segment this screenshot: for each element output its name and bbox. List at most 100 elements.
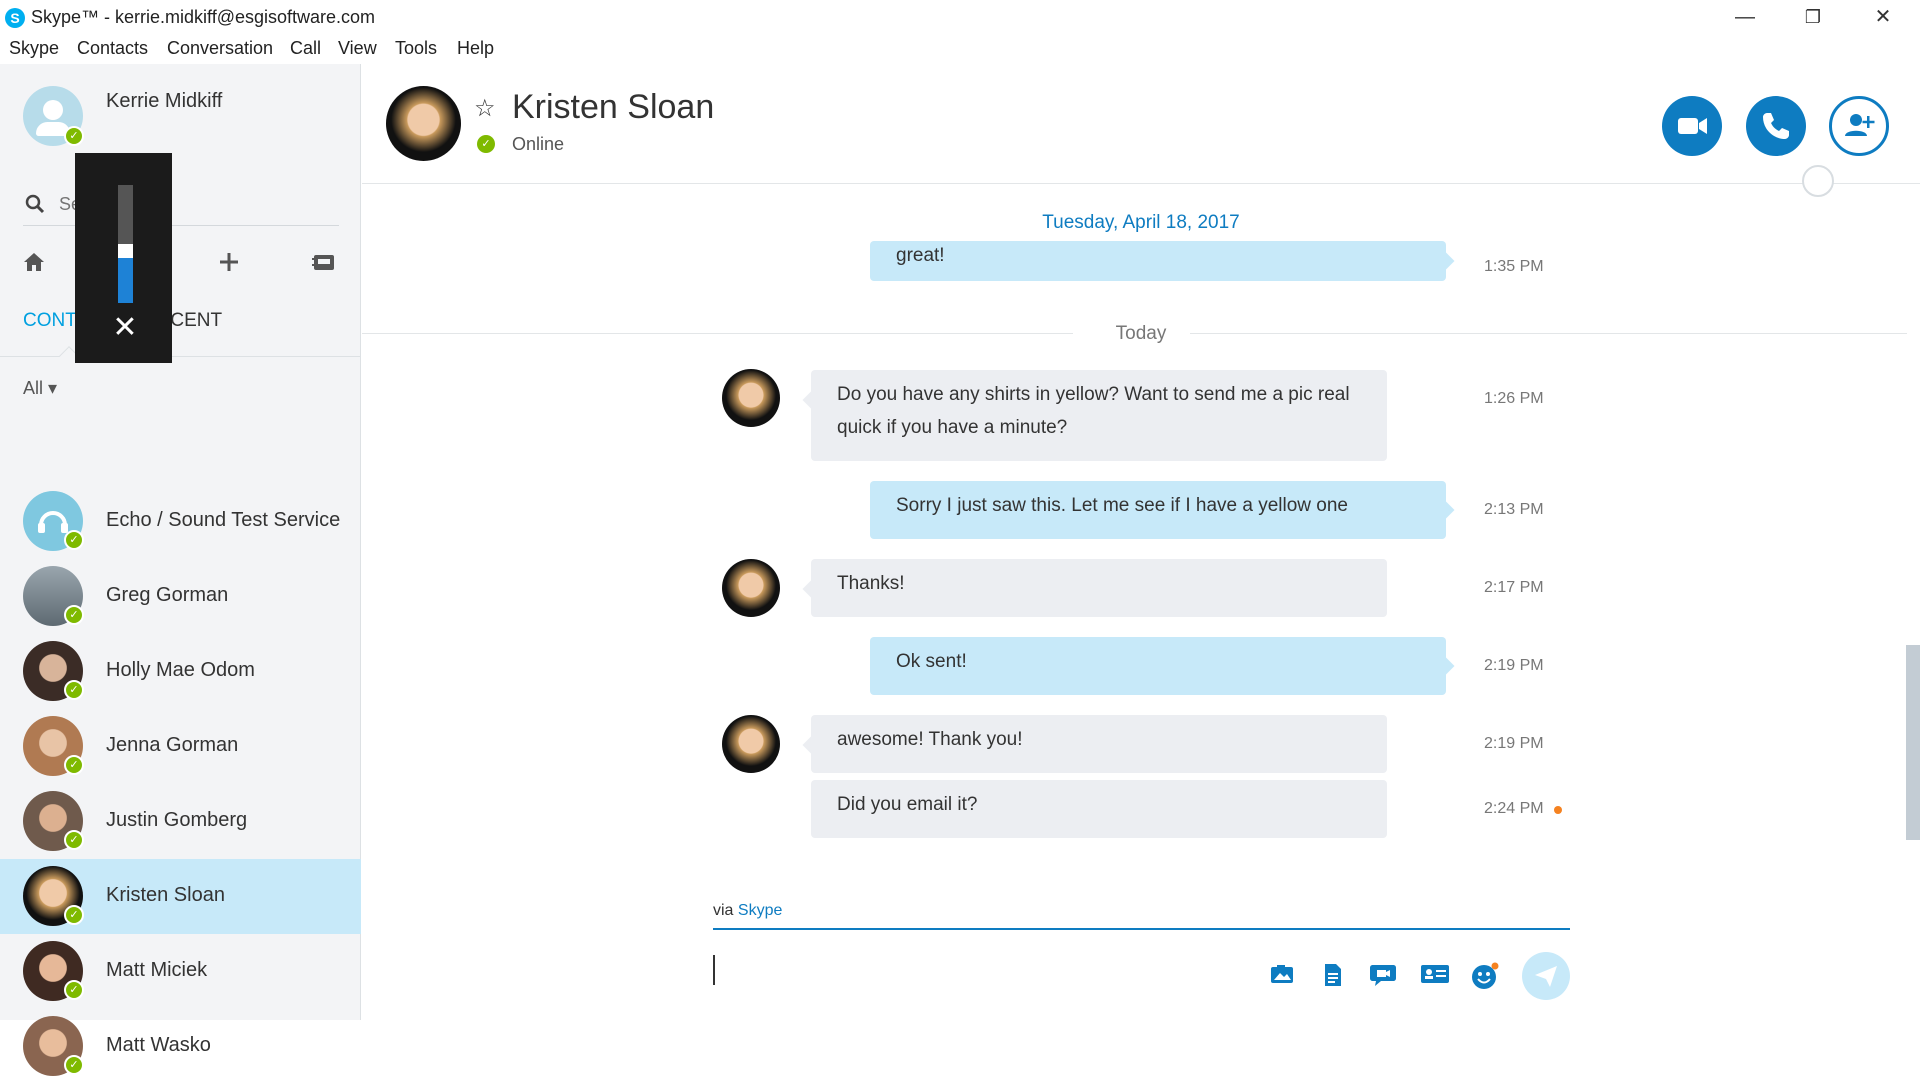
- online-status-icon: ✓: [64, 680, 84, 700]
- contact-name: Jenna Gorman: [106, 734, 239, 756]
- conversation-header: ☆ Kristen Sloan ✓ Online: [362, 64, 1920, 184]
- message-bubble-received[interactable]: awesome! Thank you!: [811, 715, 1387, 773]
- send-contact-icon[interactable]: [1420, 962, 1449, 990]
- volume-close-icon[interactable]: ✕: [110, 313, 140, 343]
- contact-header-name: Kristen Sloan: [512, 88, 715, 126]
- favorite-star-icon[interactable]: ☆: [474, 94, 496, 123]
- my-name[interactable]: Kerrie Midkiff: [106, 90, 222, 113]
- date-separator-today: Today: [1115, 323, 1167, 344]
- skype-logo-icon: S: [5, 8, 25, 28]
- menu-call[interactable]: Call: [290, 38, 321, 59]
- search-bar: [23, 186, 339, 226]
- contact-name: Greg Gorman: [106, 584, 229, 606]
- contact-item[interactable]: ✓ Holly Mae Odom: [0, 634, 361, 709]
- contact-item[interactable]: ✓ Echo / Sound Test Service: [0, 484, 361, 559]
- online-status-icon: ✓: [64, 605, 84, 625]
- window-title: Skype™ - kerrie.midkiff@esgisoftware.com: [31, 7, 376, 27]
- message-bubble-sent[interactable]: Ok sent!: [870, 637, 1446, 695]
- conversation-scrollbar[interactable]: [1906, 645, 1920, 840]
- message-text: great!: [896, 245, 945, 266]
- menu-view[interactable]: View: [338, 38, 377, 59]
- message-bubble-received[interactable]: Thanks!: [811, 559, 1387, 617]
- close-button[interactable]: ✕: [1848, 0, 1918, 34]
- message-text: Do you have any shirts in yellow? Want t…: [837, 384, 1350, 438]
- minimize-button[interactable]: —: [1710, 0, 1780, 34]
- online-status-icon: ✓: [64, 980, 84, 1000]
- restore-button[interactable]: ❐: [1778, 0, 1848, 34]
- online-status-icon: ✓: [64, 830, 84, 850]
- add-people-button[interactable]: [1829, 96, 1889, 156]
- via-skype-link[interactable]: Skype: [738, 902, 782, 919]
- message-bubble-received[interactable]: Do you have any shirts in yellow? Want t…: [811, 370, 1387, 461]
- contact-item-selected[interactable]: ✓ Kristen Sloan: [0, 859, 361, 934]
- message-bubble-sent[interactable]: Sorry I just saw this. Let me see if I h…: [870, 481, 1446, 539]
- send-icon: [1535, 966, 1557, 987]
- sidebar: ✓ Kerrie Midkiff ✕ CONTACTS RECENT All ▾: [0, 64, 361, 1076]
- menu-conversation[interactable]: Conversation: [167, 38, 273, 59]
- message-text: Did you email it?: [837, 794, 978, 815]
- emoticon-icon[interactable]: [1471, 962, 1499, 990]
- compose-area: via Skype: [362, 900, 1906, 1020]
- volume-popup: ✕: [75, 153, 172, 363]
- sender-avatar[interactable]: [722, 715, 780, 773]
- message-text: Thanks!: [837, 573, 905, 594]
- compose-divider: [713, 928, 1570, 930]
- contact-name: Kristen Sloan: [106, 884, 225, 906]
- video-camera-icon: [1678, 118, 1707, 134]
- unread-indicator-icon: [1554, 806, 1562, 814]
- message-text: Ok sent!: [896, 651, 967, 672]
- home-icon[interactable]: [22, 250, 46, 281]
- menu-bar: Skype Contacts Conversation Call View To…: [0, 35, 1920, 63]
- contacts-filter-dropdown[interactable]: All ▾: [23, 378, 57, 399]
- message-time: 2:17 PM: [1484, 579, 1544, 596]
- contact-name: Holly Mae Odom: [106, 659, 255, 681]
- title-bar: S Skype™ - kerrie.midkiff@esgisoftware.c…: [0, 0, 1920, 34]
- volume-slider[interactable]: [118, 185, 133, 303]
- contact-name: Matt Wasko: [106, 1034, 211, 1056]
- contact-item[interactable]: ✓ Greg Gorman: [0, 559, 361, 634]
- volume-slider-handle[interactable]: [118, 244, 133, 258]
- contact-name: Justin Gomberg: [106, 809, 248, 831]
- my-status-icon: ✓: [64, 126, 84, 146]
- tabs-divider: [0, 356, 361, 357]
- contact-item[interactable]: ✓ Matt Miciek: [0, 934, 361, 1009]
- online-status-icon: ✓: [477, 135, 495, 153]
- contact-item[interactable]: ✓ Justin Gomberg: [0, 784, 361, 859]
- message-time: 2:19 PM: [1484, 657, 1544, 674]
- menu-contacts[interactable]: Contacts: [77, 38, 148, 59]
- date-separator: Tuesday, April 18, 2017: [1042, 212, 1240, 233]
- send-photo-icon[interactable]: [1268, 962, 1296, 990]
- message-time: 2:13 PM: [1484, 501, 1544, 518]
- contact-status-text: Online: [512, 134, 565, 154]
- message-time: 1:26 PM: [1484, 390, 1544, 407]
- message-bubble-received[interactable]: Did you email it?: [811, 780, 1387, 838]
- search-icon: [25, 194, 45, 220]
- contact-name: Matt Miciek: [106, 959, 208, 981]
- video-call-button[interactable]: [1662, 96, 1722, 156]
- sender-avatar[interactable]: [722, 559, 780, 617]
- sidebar-nav: [0, 244, 361, 288]
- contact-item[interactable]: ✓ Matt Wasko: [0, 1009, 361, 1084]
- contacts-book-icon[interactable]: [311, 250, 337, 281]
- message-input[interactable]: [713, 940, 1303, 1000]
- menu-tools[interactable]: Tools: [395, 38, 437, 59]
- online-status-icon: ✓: [64, 905, 84, 925]
- video-message-icon[interactable]: [1369, 962, 1397, 990]
- menu-help[interactable]: Help: [457, 38, 494, 59]
- message-bubble-sent[interactable]: great!: [870, 241, 1446, 281]
- menu-skype[interactable]: Skype: [9, 38, 59, 59]
- contact-item[interactable]: ✓ Jenna Gorman: [0, 709, 361, 784]
- message-time: 2:24 PM: [1484, 800, 1544, 817]
- text-caret: [713, 955, 715, 985]
- contact-header-avatar[interactable]: [386, 86, 461, 161]
- sender-avatar[interactable]: [722, 369, 780, 427]
- online-status-icon: ✓: [64, 755, 84, 775]
- audio-call-button[interactable]: [1746, 96, 1806, 156]
- send-file-icon[interactable]: [1319, 962, 1347, 990]
- via-label: via Skype: [713, 902, 783, 919]
- message-text: awesome! Thank you!: [837, 729, 1023, 750]
- add-person-icon: [1845, 114, 1875, 136]
- message-text: Sorry I just saw this. Let me see if I h…: [896, 495, 1348, 516]
- send-button[interactable]: [1522, 952, 1570, 1000]
- add-icon[interactable]: [217, 250, 241, 281]
